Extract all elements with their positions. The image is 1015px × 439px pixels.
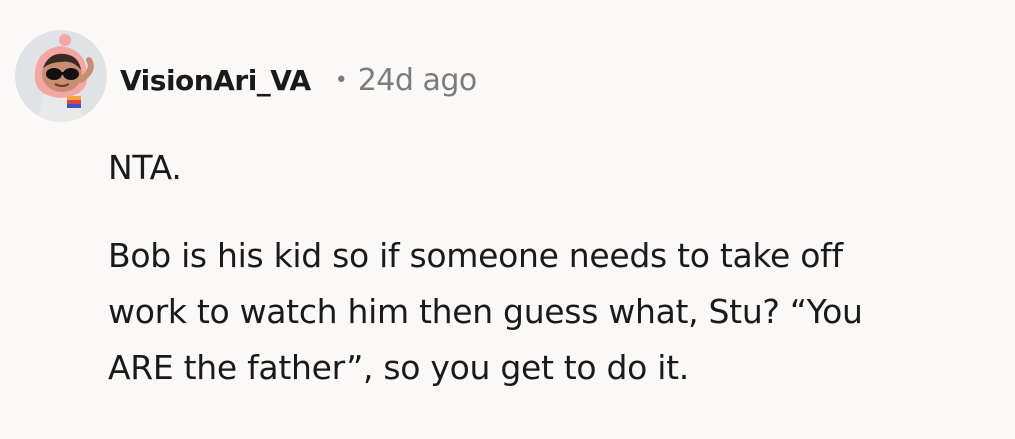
separator-dot: • <box>334 67 348 93</box>
comment-body: NTA. Bob is his kid so if someone needs … <box>108 140 998 396</box>
comment-line: NTA. <box>108 148 182 187</box>
avatar-icon <box>15 30 107 122</box>
comment-paragraph: Bob is his kid so if someone needs to ta… <box>108 228 998 396</box>
comment-timestamp[interactable]: 24d ago <box>358 63 478 98</box>
avatar[interactable] <box>15 30 107 122</box>
comment-line: Bob is his kid so if someone needs to ta… <box>108 236 843 275</box>
comment-header: VisionAri_VA • 24d ago <box>120 58 477 102</box>
comment-line: ARE the father”, so you get to do it. <box>108 348 689 387</box>
comment-paragraph: NTA. <box>108 140 998 196</box>
comment-card: VisionAri_VA • 24d ago NTA. Bob is his k… <box>0 0 1015 439</box>
comment-line: work to watch him then guess what, Stu? … <box>108 292 863 331</box>
author-username[interactable]: VisionAri_VA <box>120 64 311 97</box>
